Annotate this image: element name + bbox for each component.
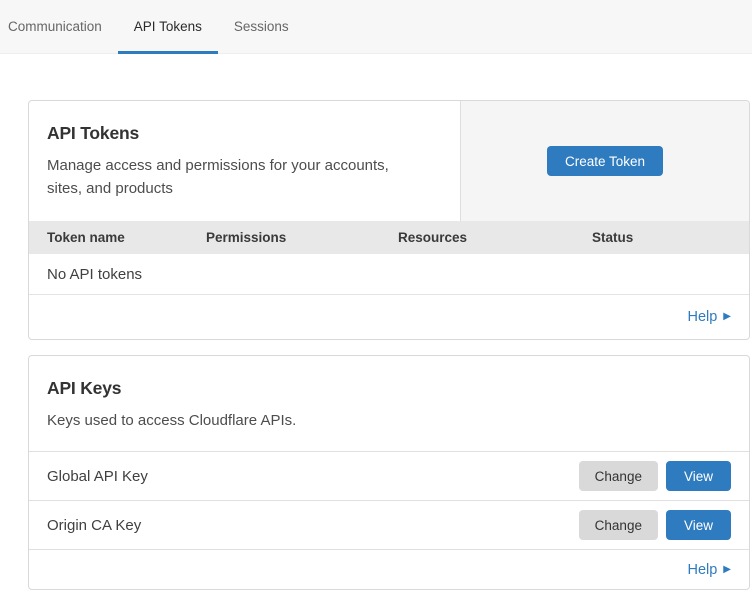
tab-bar: Communication API Tokens Sessions: [0, 0, 752, 54]
column-token-name: Token name: [47, 230, 206, 245]
api-keys-card-header: API Keys Keys used to access Cloudflare …: [29, 356, 749, 451]
api-tokens-card-actions: Create Token: [460, 101, 749, 221]
token-table-header: Token name Permissions Resources Status: [29, 221, 749, 254]
api-tokens-card-header-text: API Tokens Manage access and permissions…: [29, 101, 460, 221]
global-api-key-label: Global API Key: [47, 468, 148, 485]
change-origin-ca-key-button[interactable]: Change: [579, 510, 658, 540]
column-status: Status: [592, 230, 731, 245]
column-resources: Resources: [398, 230, 592, 245]
change-global-api-key-button[interactable]: Change: [579, 461, 658, 491]
column-permissions: Permissions: [206, 230, 398, 245]
global-api-key-actions: Change View: [579, 461, 731, 491]
main-content: API Tokens Manage access and permissions…: [28, 100, 750, 590]
api-keys-card-footer: Help ▶: [29, 549, 749, 589]
help-arrow-icon: ▶: [723, 565, 731, 575]
api-keys-card: API Keys Keys used to access Cloudflare …: [28, 355, 750, 590]
api-tokens-help-link[interactable]: Help ▶: [687, 309, 731, 325]
api-keys-help-link[interactable]: Help ▶: [687, 562, 731, 578]
create-token-button[interactable]: Create Token: [547, 146, 663, 176]
help-arrow-icon: ▶: [723, 312, 731, 322]
api-tokens-page: Communication API Tokens Sessions API To…: [0, 0, 752, 590]
help-link-label: Help: [687, 309, 717, 325]
origin-ca-key-label: Origin CA Key: [47, 517, 141, 534]
help-link-label: Help: [687, 562, 717, 578]
api-tokens-title: API Tokens: [47, 123, 442, 144]
api-tokens-card-footer: Help ▶: [29, 295, 749, 339]
api-tokens-subtitle: Manage access and permissions for your a…: [47, 154, 417, 201]
api-keys-subtitle: Keys used to access Cloudflare APIs.: [47, 409, 417, 432]
origin-ca-key-actions: Change View: [579, 510, 731, 540]
api-key-row-origin-ca: Origin CA Key Change View: [29, 500, 749, 549]
view-global-api-key-button[interactable]: View: [666, 461, 731, 491]
tab-sessions[interactable]: Sessions: [218, 0, 305, 53]
api-key-row-global: Global API Key Change View: [29, 451, 749, 500]
api-keys-title: API Keys: [47, 378, 731, 399]
tab-communication[interactable]: Communication: [0, 0, 118, 53]
api-tokens-card-header: API Tokens Manage access and permissions…: [29, 101, 749, 221]
empty-message: No API tokens: [47, 266, 142, 283]
tab-api-tokens[interactable]: API Tokens: [118, 0, 218, 53]
api-tokens-card: API Tokens Manage access and permissions…: [28, 100, 750, 340]
view-origin-ca-key-button[interactable]: View: [666, 510, 731, 540]
token-table-empty-row: No API tokens: [29, 254, 749, 295]
